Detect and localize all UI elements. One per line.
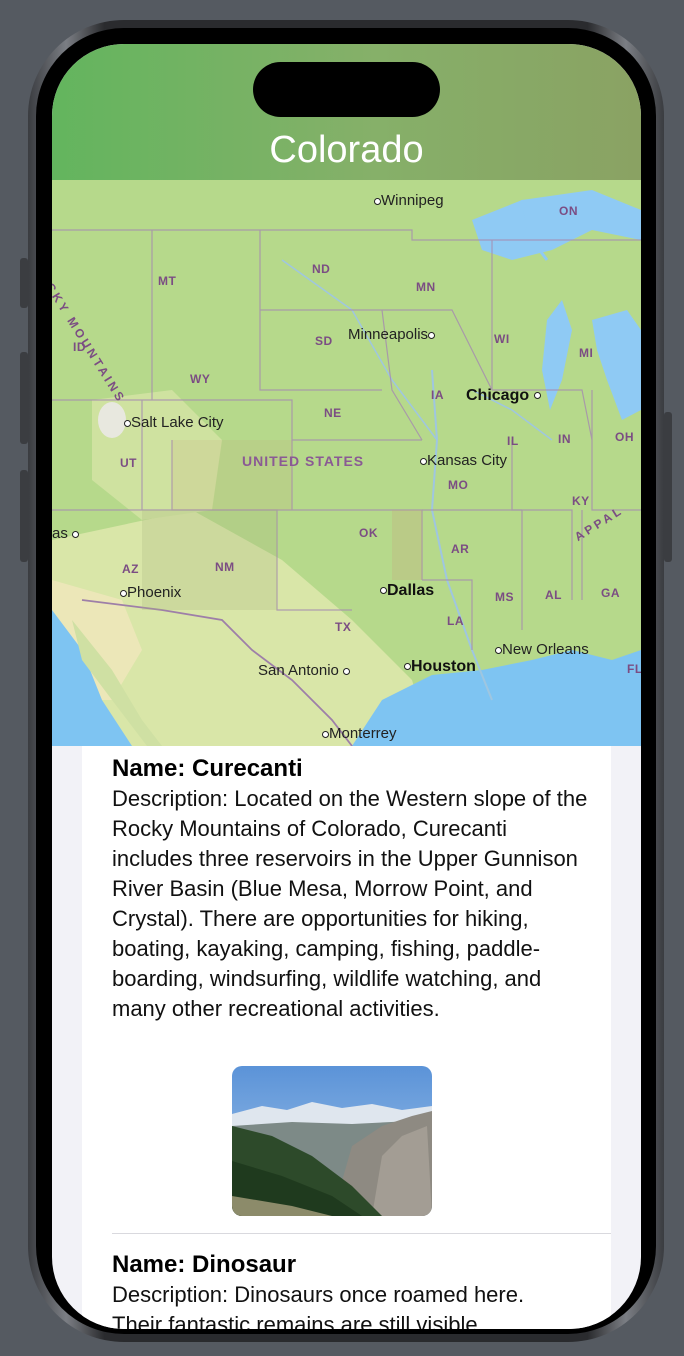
parks-list: Name: Curecanti Description: Located on …	[82, 746, 611, 1329]
map-label-al: AL	[545, 588, 562, 602]
map-label-ga: GA	[601, 586, 620, 600]
map-label-nm: NM	[215, 560, 235, 574]
map-label-ia: IA	[431, 388, 444, 402]
power-button	[664, 412, 672, 562]
nav-header: Colorado	[52, 44, 641, 181]
map-label-mo: MO	[448, 478, 469, 492]
map-label-on: ON	[559, 204, 578, 218]
map-city-las-vegas: as	[52, 525, 80, 542]
map-label-mn: MN	[416, 280, 436, 294]
list-divider	[112, 1233, 611, 1234]
map-city-houston: Houston	[404, 658, 476, 676]
map-label-in: IN	[558, 432, 571, 446]
dynamic-island	[253, 62, 440, 117]
map-city-winnipeg: Winnipeg	[374, 192, 444, 209]
map-city-salt-lake-city: Salt Lake City	[124, 414, 224, 431]
volume-down-button	[20, 470, 28, 562]
park-description: Description: Dinosaurs once roamed here.	[112, 1282, 525, 1307]
map-city-new-orleans: New Orleans	[495, 641, 589, 658]
mountain-photo-icon	[232, 1066, 432, 1216]
map-city-san-antonio: San Antonio	[258, 662, 351, 679]
map-label-ky: KY	[572, 494, 590, 508]
list-item[interactable]: Name: Dinosaur Description: Dinosaurs on…	[112, 1250, 592, 1329]
map-city-minneapolis: Minneapolis	[348, 326, 436, 343]
map-label-ut: UT	[120, 456, 137, 470]
map-label-country: UNITED STATES	[242, 453, 365, 469]
map-label-ne: NE	[324, 406, 342, 420]
map-city-chicago: Chicago	[466, 387, 541, 405]
map-label-la: LA	[447, 614, 464, 628]
park-description-continued: Their fantastic remains are still visibl…	[112, 1312, 478, 1329]
map-label-oh: OH	[615, 430, 634, 444]
map-label-az: AZ	[122, 562, 139, 576]
map-label-ar: AR	[451, 542, 470, 556]
map-label-nd: ND	[312, 262, 331, 276]
map-label-ok: OK	[359, 526, 378, 540]
map-city-phoenix: Phoenix	[120, 584, 181, 601]
map-label-wy: WY	[190, 372, 211, 386]
map-label-ms: MS	[495, 590, 514, 604]
page-title: Colorado	[269, 129, 424, 171]
park-name: Name: Curecanti	[112, 755, 303, 782]
map-label-mi: MI	[579, 346, 594, 360]
park-description: Description: Located on the Western slop…	[112, 786, 588, 1021]
map-label-il: IL	[507, 434, 519, 448]
map-view[interactable]: MT ND MN WI MI ID WY SD IA NE IL IN OH U…	[52, 180, 641, 746]
map-label-fl: FL	[627, 662, 641, 676]
map-city-monterrey: Monterrey	[322, 725, 397, 742]
map-label-sd: SD	[315, 334, 333, 348]
action-button	[20, 258, 28, 308]
park-name: Name: Dinosaur	[112, 1251, 297, 1278]
park-photo	[232, 1066, 432, 1216]
map-label-tx: TX	[335, 620, 352, 634]
screen: Colorado MT ND MN WI MI ID WY SD IA NE I…	[52, 44, 641, 1329]
map-city-kansas-city: Kansas City	[420, 452, 507, 469]
volume-up-button	[20, 352, 28, 444]
map-label-wi: WI	[494, 332, 510, 346]
map-label-mt: MT	[158, 274, 177, 288]
map-city-dallas: Dallas	[380, 582, 434, 600]
list-item[interactable]: Name: Curecanti Description: Located on …	[112, 754, 592, 1024]
